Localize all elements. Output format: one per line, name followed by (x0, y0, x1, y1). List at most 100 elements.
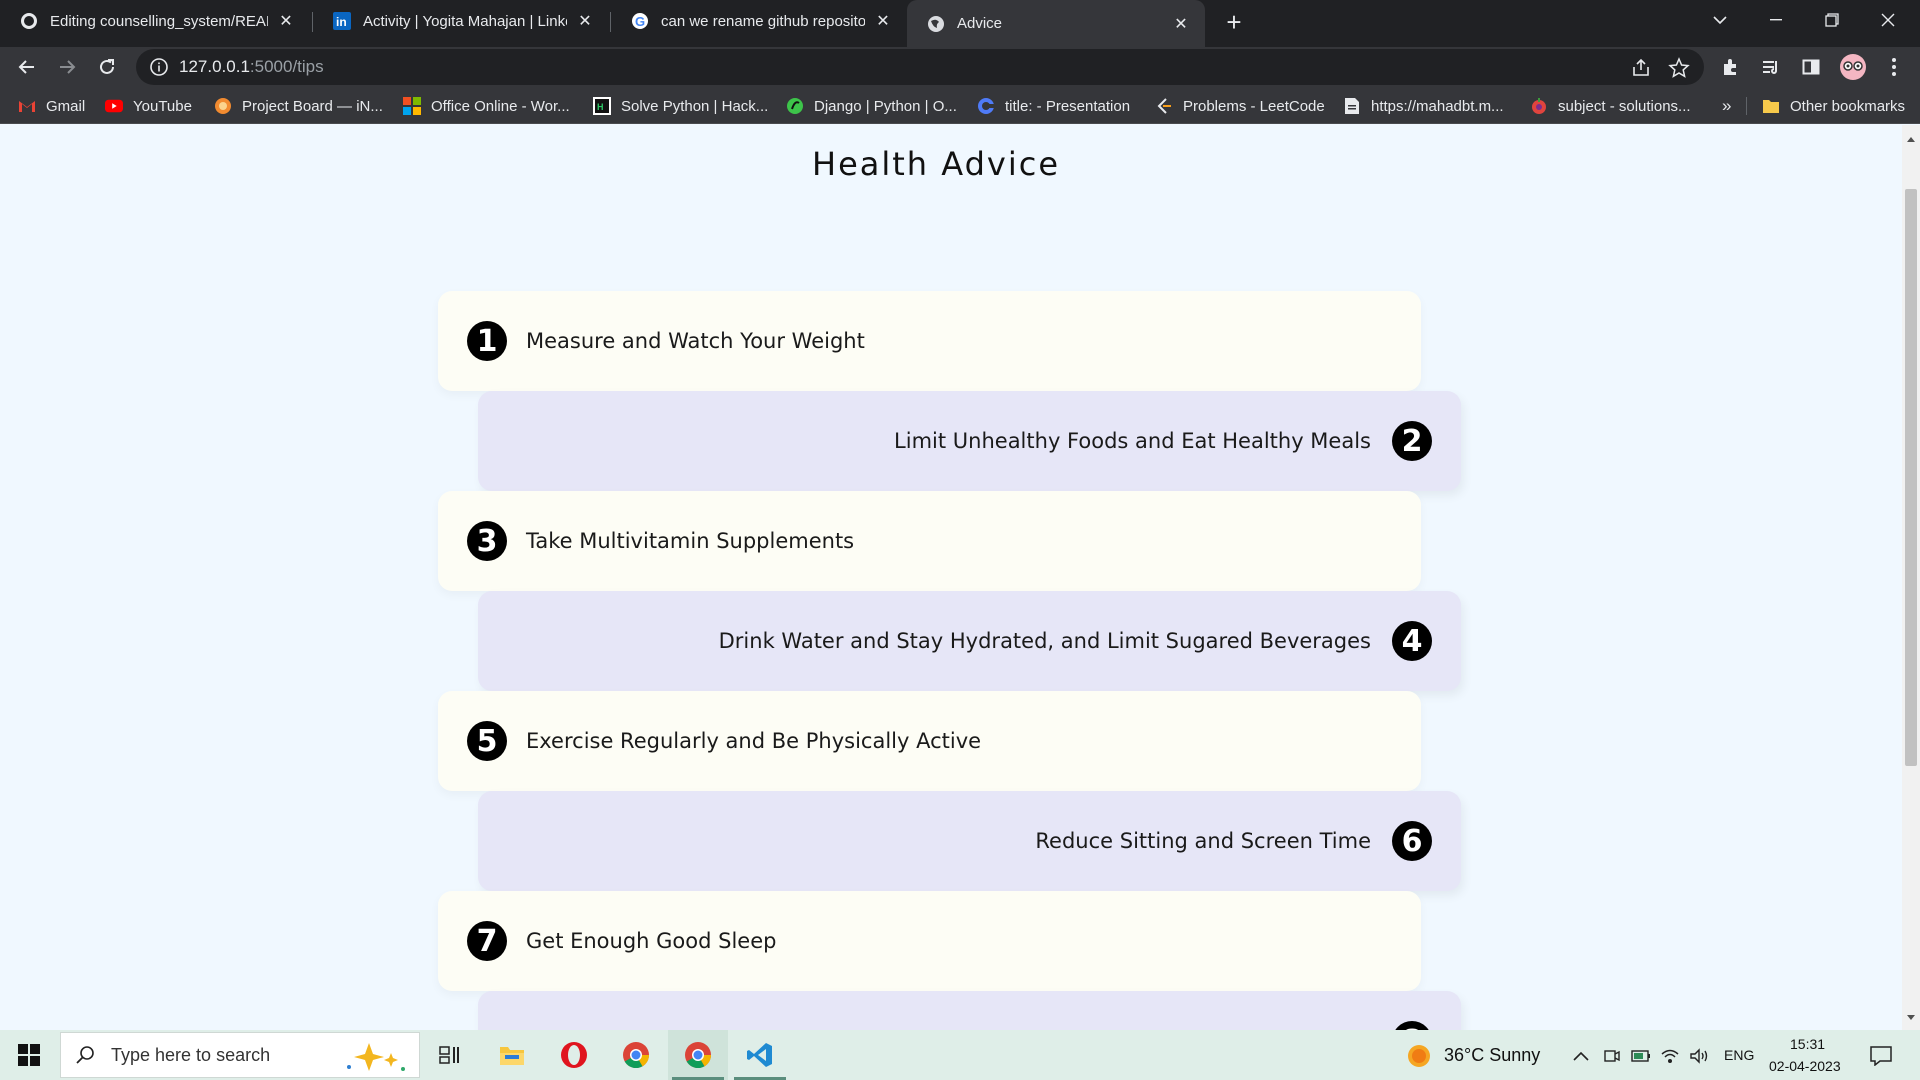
tab-strip: Editing counselling_system/READ ✕ in Act… (0, 0, 1920, 47)
side-panel-icon[interactable] (1799, 55, 1823, 79)
bookmark-label: https://mahadbt.m... (1371, 97, 1504, 115)
weather-text[interactable]: 36°C Sunny (1444, 1045, 1540, 1066)
tab-linkedin[interactable]: in Activity | Yogita Mahajan | Linked ✕ (313, 0, 609, 42)
wifi-icon[interactable] (1659, 1045, 1681, 1067)
tab-google-search[interactable]: G can we rename github repository ✕ (611, 0, 907, 42)
scrollbar-thumb[interactable] (1905, 189, 1917, 766)
taskbar-search-box[interactable]: Type here to search (60, 1032, 420, 1078)
presentation-icon (977, 97, 995, 115)
bookmarks-overflow-button[interactable]: » (1722, 95, 1731, 117)
chrome-icon (685, 1042, 712, 1069)
tip-number-badge: 6 (1392, 821, 1432, 861)
media-control-icon[interactable] (1759, 55, 1783, 79)
django-icon (786, 97, 804, 115)
bookmark-label: Solve Python | Hack... (621, 97, 769, 115)
bookmark-leetcode[interactable]: Problems - LeetCode (1155, 95, 1325, 117)
file-explorer-button[interactable] (482, 1030, 542, 1080)
new-tab-button[interactable]: + (1220, 7, 1248, 37)
clock-time[interactable]: 15:31 (1790, 1036, 1825, 1052)
back-button[interactable] (11, 51, 43, 83)
bookmark-youtube[interactable]: YouTube (105, 95, 192, 117)
tip-card: 8 (478, 991, 1461, 1030)
bookmark-presentation[interactable]: title: - Presentation (977, 95, 1130, 117)
search-icon (75, 1044, 97, 1066)
notification-icon[interactable] (1868, 1043, 1894, 1069)
chevron-up-icon[interactable] (1570, 1045, 1592, 1067)
search-placeholder: Type here to search (111, 1044, 271, 1065)
clock-date[interactable]: 02-04-2023 (1769, 1058, 1841, 1074)
bookmark-mahadbt[interactable]: https://mahadbt.m... (1343, 95, 1504, 117)
tab-advice[interactable]: Advice ✕ (907, 0, 1205, 47)
google-icon: G (631, 12, 649, 30)
bookmark-project-board[interactable]: Project Board — iN... (214, 95, 383, 117)
svg-text:G: G (635, 14, 645, 29)
volume-icon[interactable] (1688, 1045, 1710, 1067)
close-icon[interactable]: ✕ (276, 11, 296, 31)
language-indicator[interactable]: ENG (1724, 1047, 1754, 1063)
site-info-icon[interactable] (149, 57, 169, 77)
forward-button[interactable] (51, 51, 83, 83)
tip-card: Limit Unhealthy Foods and Eat Healthy Me… (478, 391, 1461, 491)
extensions-icon[interactable] (1719, 55, 1743, 79)
tip-text: Reduce Sitting and Screen Time (1035, 829, 1371, 853)
office-icon (403, 97, 421, 115)
tip-card: Reduce Sitting and Screen Time 6 (478, 791, 1461, 891)
tip-card: 5 Exercise Regularly and Be Physically A… (438, 691, 1421, 791)
task-view-button[interactable] (420, 1030, 480, 1080)
opera-button[interactable] (544, 1030, 604, 1080)
close-icon[interactable]: ✕ (575, 11, 595, 31)
tip-number-badge: 4 (1392, 621, 1432, 661)
meet-icon[interactable] (1601, 1045, 1623, 1067)
globe-icon (927, 15, 945, 33)
chrome-active-button[interactable] (668, 1030, 728, 1080)
tip-number-badge: 8 (1392, 1021, 1432, 1030)
bookmark-office-online[interactable]: Office Online - Wor... (403, 95, 570, 117)
share-icon[interactable] (1630, 57, 1652, 79)
hackerrank-icon: H (593, 97, 611, 115)
weather-sun-icon[interactable] (1407, 1044, 1431, 1068)
chrome-button[interactable] (606, 1030, 666, 1080)
bookmark-label: title: - Presentation (1005, 97, 1131, 115)
tab-search-icon[interactable] (1692, 0, 1748, 40)
close-icon[interactable]: ✕ (873, 11, 893, 31)
bookmark-star-icon[interactable] (1668, 57, 1690, 79)
menu-icon[interactable] (1882, 55, 1906, 79)
tip-text: Drink Water and Stay Hydrated, and Limit… (718, 629, 1371, 653)
profile-avatar[interactable] (1838, 52, 1868, 82)
svg-text:H: H (597, 102, 604, 112)
bookmark-solutions[interactable]: subject - solutions... (1530, 95, 1691, 117)
reload-button[interactable] (91, 51, 123, 83)
bookmarks-bar: Gmail YouTube Project Board — iN... Offi… (0, 87, 1920, 124)
tip-card: Drink Water and Stay Hydrated, and Limit… (478, 591, 1461, 691)
scroll-up-arrow[interactable] (1907, 137, 1915, 142)
start-button[interactable] (0, 1030, 58, 1080)
tip-text: Measure and Watch Your Weight (526, 329, 865, 353)
linkedin-icon: in (333, 12, 351, 30)
page-scrollbar[interactable] (1902, 125, 1920, 1030)
bookmark-hackerrank[interactable]: H Solve Python | Hack... (593, 95, 768, 117)
battery-icon[interactable] (1630, 1045, 1652, 1067)
tip-number-badge: 3 (467, 521, 507, 561)
vscode-button[interactable] (730, 1030, 790, 1080)
tab-github[interactable]: Editing counselling_system/READ ✕ (0, 0, 310, 42)
close-icon[interactable]: ✕ (1171, 14, 1191, 34)
page-content: Health Advice 1 Measure and Watch Your W… (0, 125, 1902, 1030)
close-window-button[interactable] (1860, 0, 1916, 40)
restore-button[interactable] (1804, 0, 1860, 40)
tab-title: Advice (957, 15, 1003, 32)
task-view-icon (439, 1046, 459, 1064)
bookmark-django[interactable]: Django | Python | O... (786, 95, 957, 117)
gmail-icon (18, 97, 36, 115)
tab-title: Editing counselling_system/READ (50, 12, 268, 30)
bookmark-gmail[interactable]: Gmail (18, 95, 85, 117)
svg-text:in: in (336, 15, 347, 29)
tip-text: Limit Unhealthy Foods and Eat Healthy Me… (894, 429, 1371, 453)
bookmark-label: Problems - LeetCode (1183, 97, 1325, 115)
bookmarks-divider (1746, 97, 1747, 115)
tip-number-badge: 2 (1392, 421, 1432, 461)
address-bar[interactable]: 127.0.0.1:5000/tips (136, 49, 1704, 85)
scroll-down-arrow[interactable] (1907, 1015, 1915, 1020)
minimize-button[interactable] (1748, 0, 1804, 40)
other-bookmarks[interactable]: Other bookmarks (1762, 95, 1905, 117)
tab-title: can we rename github repository (661, 12, 865, 30)
